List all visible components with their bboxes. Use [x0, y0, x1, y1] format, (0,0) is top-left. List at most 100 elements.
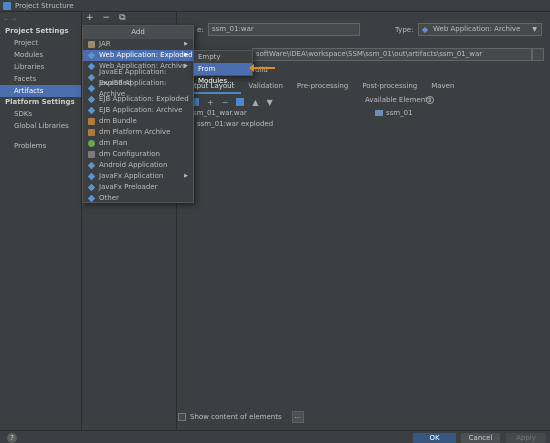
menu-item-label: dm Plan — [99, 139, 128, 147]
menu-item-dm-bundle[interactable]: dm Bundle — [83, 116, 193, 127]
artifact-type-select[interactable]: Web Application: Archive ▼ — [418, 23, 542, 36]
web-exploded-submenu: Empty From Modules... — [193, 50, 253, 85]
dm-plan-icon — [88, 140, 95, 147]
nav-back-forward[interactable]: ← → — [4, 16, 16, 23]
menu-item-dm-plan[interactable]: dm Plan — [83, 138, 193, 149]
show-content-label: Show content of elements — [190, 413, 282, 421]
menu-item-label: EJB Application: Exploded — [99, 95, 189, 103]
menu-item-label: EJB Application: Archive — [99, 106, 183, 114]
menu-item-dm-configuration[interactable]: dm Configuration — [83, 149, 193, 160]
menu-item-javafx-preloader[interactable]: JavaFx Preloader — [83, 182, 193, 193]
artifacts-toolbar: + − ⧉ — [82, 12, 176, 25]
chevron-down-icon: ▼ — [532, 26, 537, 33]
menu-item-other[interactable]: Other — [83, 193, 193, 204]
ok-button[interactable]: OK — [413, 433, 456, 443]
show-content-options-button[interactable]: ... — [291, 411, 304, 423]
menu-item-label: JavaFx Preloader — [99, 183, 158, 191]
javaee-icon — [87, 84, 96, 93]
copy-artifact-button[interactable]: ⧉ — [119, 14, 125, 23]
add-artifact-button[interactable]: + — [86, 14, 94, 23]
show-content-checkbox[interactable] — [178, 413, 186, 421]
artifact-name-field[interactable]: ssm_01:war — [208, 23, 360, 36]
web-artifact-icon — [87, 51, 96, 60]
type-label: Type: — [395, 26, 414, 34]
other-icon — [87, 194, 96, 203]
menu-item-label: dm Configuration — [99, 150, 160, 158]
add-copy-icon[interactable]: + — [207, 98, 214, 107]
sidebar-item-global-libraries[interactable]: Global Libraries — [0, 120, 81, 132]
menu-item-label: Android Application — [99, 161, 168, 169]
section-platform-settings: Platform Settings — [5, 98, 75, 106]
tree-root-archive[interactable]: sm_01_war.war — [193, 108, 247, 118]
move-down-icon[interactable]: ▼ — [267, 98, 273, 107]
add-popup-title: Add — [83, 26, 193, 39]
menu-item-label: Web Application: Exploded — [99, 51, 193, 59]
show-content-row: Show content of elements ... — [178, 411, 304, 423]
sort-elements-icon[interactable] — [236, 98, 245, 106]
menu-item-dm-platform-archive[interactable]: dm Platform Archive — [83, 127, 193, 138]
sidebar-item-project[interactable]: Project — [0, 37, 81, 49]
dm-config-icon — [88, 151, 95, 158]
javaee-icon — [87, 73, 96, 82]
browse-folder-button[interactable] — [532, 48, 544, 61]
dialog-footer: ? OK Cancel Apply — [0, 430, 550, 443]
apply-button[interactable]: Apply — [506, 433, 546, 443]
annotation-arrow-icon — [249, 64, 275, 72]
menu-item-label: JavaFx Application — [99, 172, 164, 180]
tab-post-processing[interactable]: Post-processing — [355, 80, 424, 94]
menu-item-label: Other — [99, 194, 119, 202]
menu-item-label: JAR — [99, 40, 111, 48]
tab-maven[interactable]: Maven — [424, 80, 461, 94]
cancel-button[interactable]: Cancel — [461, 433, 500, 443]
menu-item-label: dm Platform Archive — [99, 128, 171, 136]
menu-item-label: dm Bundle — [99, 117, 137, 125]
tab-validation[interactable]: Validation — [241, 80, 290, 94]
name-label: e: — [197, 26, 204, 34]
help-button[interactable]: ? — [7, 433, 17, 443]
tree-item-exploded[interactable]: ssm_01:war exploded — [197, 119, 273, 129]
android-icon — [87, 161, 96, 170]
menu-item-ejb-exploded[interactable]: EJB Application: Exploded — [83, 94, 193, 105]
menu-item-android-application[interactable]: Android Application — [83, 160, 193, 171]
menu-item-ejb-archive[interactable]: EJB Application: Archive — [83, 105, 193, 116]
artifact-type-value: Web Application: Archive — [433, 25, 521, 33]
window-title: Project Structure — [15, 1, 74, 10]
chevron-right-icon: ▶ — [184, 41, 188, 47]
menu-item-jar[interactable]: JAR ▶ — [83, 39, 193, 50]
jar-icon — [88, 41, 95, 48]
move-up-icon[interactable]: ▲ — [252, 98, 258, 107]
dm-archive-icon — [88, 129, 95, 136]
submenu-item-from-modules[interactable]: From Modules... — [194, 63, 252, 85]
chevron-right-icon: ▶ — [184, 52, 188, 58]
sidebar-item-artifacts[interactable]: Artifacts — [0, 85, 81, 97]
sidebar-item-problems[interactable]: Problems — [0, 140, 81, 152]
title-bar: Project Structure — [0, 0, 550, 12]
available-module-label: ssm_01 — [386, 109, 413, 117]
ejb-icon — [87, 95, 96, 104]
sidebar-item-facets[interactable]: Facets — [0, 73, 81, 85]
remove-artifact-button[interactable]: − — [103, 14, 111, 23]
menu-item-javafx-application[interactable]: JavaFx Application ▶ — [83, 171, 193, 182]
menu-item-web-exploded[interactable]: Web Application: Exploded ▶ — [83, 50, 193, 61]
output-directory-field[interactable]: softWare\IDEA\workspace\SSM\ssm_01\out\a… — [252, 48, 532, 61]
menu-item-javaee-archive[interactable]: JavaEE Application: Archive — [83, 79, 193, 98]
chevron-right-icon: ▶ — [184, 173, 188, 179]
available-module[interactable]: ssm_01 — [375, 108, 413, 118]
submenu-item-empty[interactable]: Empty — [194, 51, 252, 63]
help-icon[interactable]: ? — [426, 96, 434, 104]
app-icon — [3, 1, 11, 10]
sidebar-item-sdks[interactable]: SDKs — [0, 108, 81, 120]
add-artifact-popup: Add JAR ▶ Web Application: Exploded ▶ Web … — [82, 25, 194, 203]
module-folder-icon — [375, 110, 383, 116]
web-artifact-icon — [87, 62, 96, 71]
ejb-icon — [87, 106, 96, 115]
tab-pre-processing[interactable]: Pre-processing — [290, 80, 355, 94]
available-elements-label: Available Elements — [365, 96, 432, 104]
sidebar-item-libraries[interactable]: Libraries — [0, 61, 81, 73]
dm-bundle-icon — [88, 118, 95, 125]
sidebar-item-modules[interactable]: Modules — [0, 49, 81, 61]
remove-element-icon[interactable]: − — [222, 98, 229, 107]
javafx-icon — [87, 172, 96, 181]
section-project-settings: Project Settings — [5, 27, 69, 35]
javafx-icon — [87, 183, 96, 192]
